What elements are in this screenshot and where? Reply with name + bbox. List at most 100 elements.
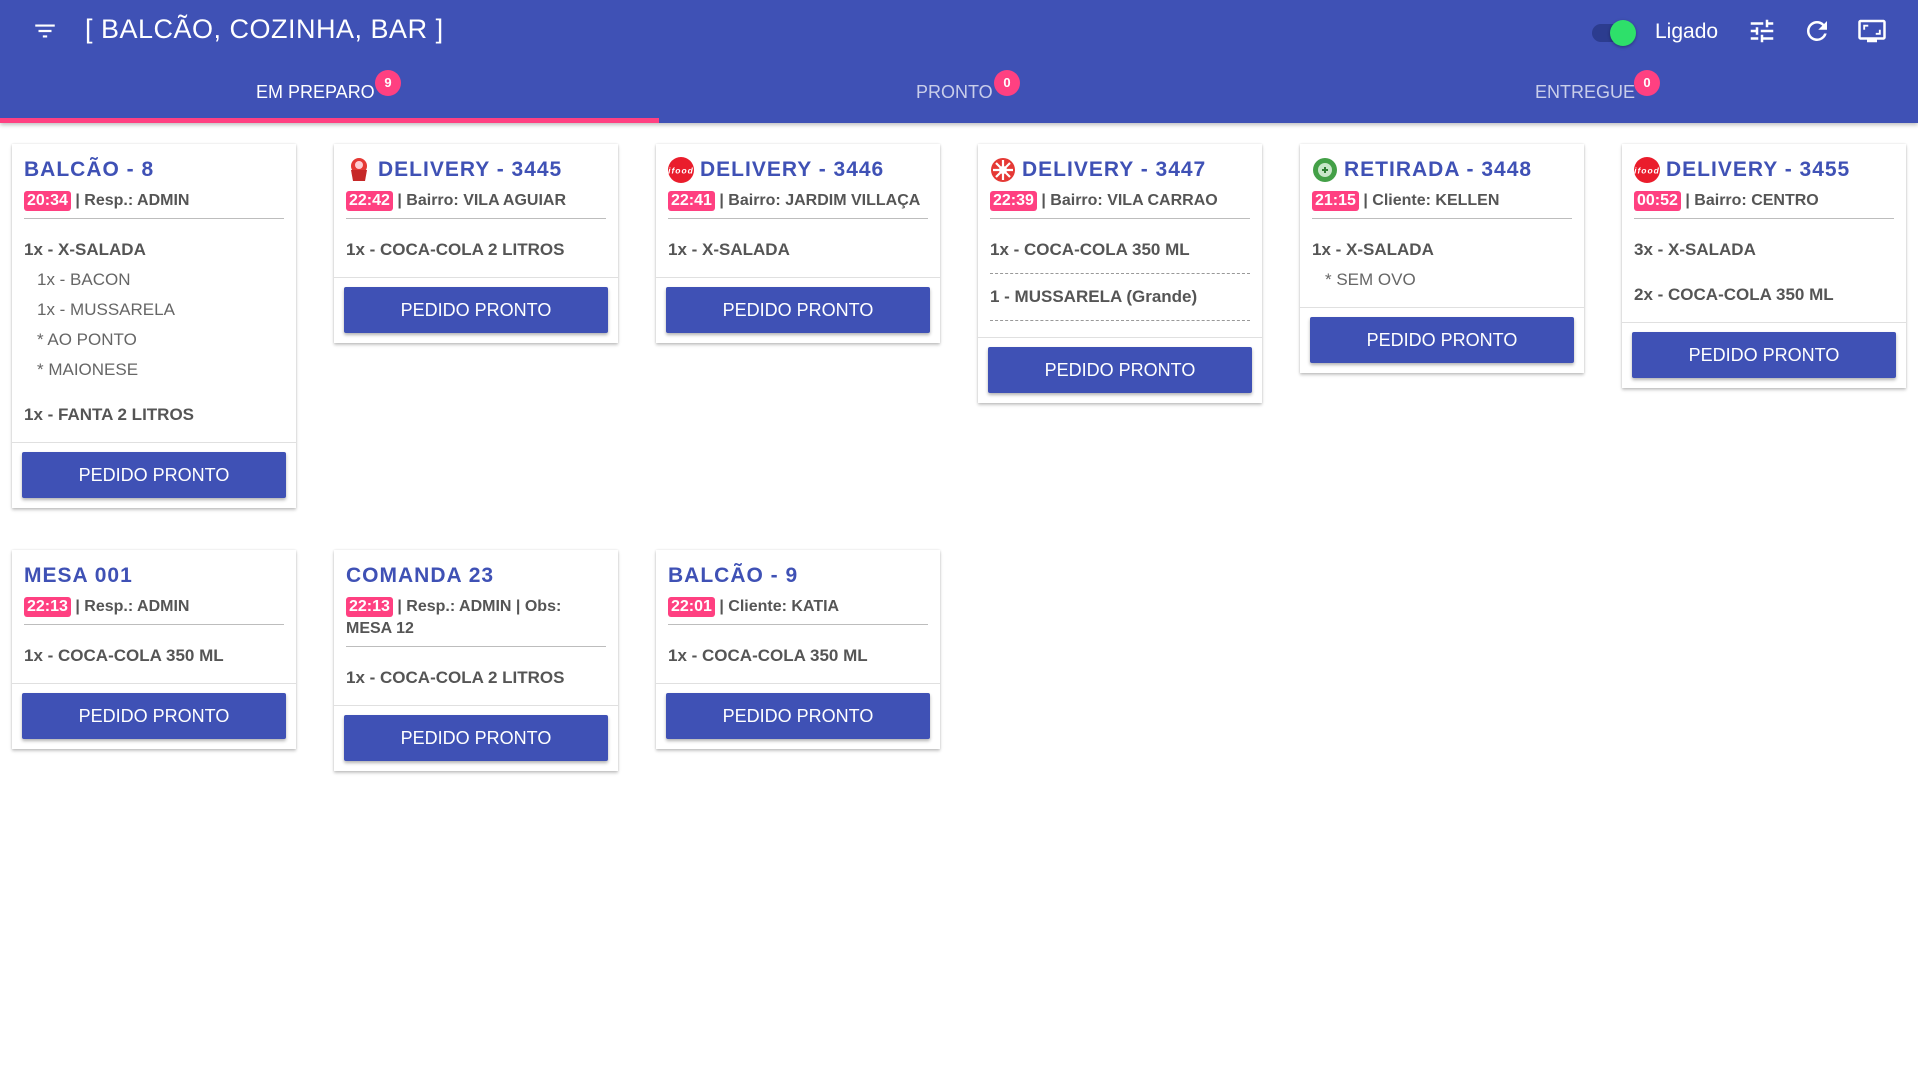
- order-card: COMANDA 23 22:13 | Resp.: ADMIN | Obs: ME…: [334, 550, 618, 771]
- order-card-footer: PEDIDO PRONTO: [12, 683, 296, 749]
- order-item-text: 1x - COCA-COLA 350 ML: [24, 646, 224, 665]
- pedido-pronto-button[interactable]: PEDIDO PRONTO: [1310, 317, 1574, 363]
- toggle-thumb: [1610, 20, 1636, 46]
- order-item-modifier: 1x - BACON: [37, 270, 131, 289]
- pedido-pronto-button[interactable]: PEDIDO PRONTO: [22, 452, 286, 498]
- order-card-header: DELIVERY - 3447 22:39 | Bairro: VILA CARR…: [978, 144, 1262, 219]
- fullscreen-icon[interactable]: [1857, 16, 1887, 46]
- order-info: 21:15 | Cliente: KELLEN: [1312, 190, 1572, 214]
- delivery-bag-icon: [346, 157, 372, 183]
- delivery-app-icon: [990, 157, 1016, 183]
- order-card: DELIVERY - 3445 22:42 | Bairro: VILA AGUI…: [334, 144, 618, 343]
- order-items-list: 1x - X-SALADA 1x - BACON 1x - MUSSARELA * A…: [12, 219, 296, 442]
- tab-entregue[interactable]: ENTREGUE 0: [1318, 62, 1918, 123]
- order-card-header: DELIVERY - 3445 22:42 | Bairro: VILA AGUI…: [334, 144, 618, 219]
- tab-pronto[interactable]: PRONTO 0: [659, 62, 1318, 123]
- order-time-badge: 22:42: [346, 191, 393, 211]
- order-card: BALCÃO - 8 20:34 | Resp.: ADMIN 1x - X-SAL…: [12, 144, 296, 508]
- order-info-text: | Resp.: ADMIN: [70, 192, 190, 209]
- order-item: 1x - X-SALADA 1x - BACON 1x - MUSSARELA * A…: [24, 239, 284, 381]
- order-item-text: 1x - COCA-COLA 350 ML: [990, 240, 1190, 259]
- pedido-pronto-button[interactable]: PEDIDO PRONTO: [344, 715, 608, 761]
- pedido-pronto-button[interactable]: PEDIDO PRONTO: [22, 693, 286, 739]
- order-title-text: DELIVERY - 3446: [700, 158, 885, 181]
- order-item: 1x - COCA-COLA 350 ML: [990, 239, 1250, 274]
- order-title: ifood DELIVERY - 3455: [1634, 156, 1894, 184]
- order-card: DELIVERY - 3447 22:39 | Bairro: VILA CARR…: [978, 144, 1262, 403]
- order-item-text: 3x - X-SALADA: [1634, 240, 1756, 259]
- order-card-footer: PEDIDO PRONTO: [334, 277, 618, 343]
- order-title: DELIVERY - 3445: [346, 156, 606, 184]
- order-title-text: DELIVERY - 3455: [1666, 158, 1851, 181]
- pedido-pronto-button[interactable]: PEDIDO PRONTO: [988, 347, 1252, 393]
- order-card-header: ifood DELIVERY - 3455 00:52 | Bairro: CENT…: [1622, 144, 1906, 219]
- tab-label: EM PREPARO: [256, 82, 375, 102]
- ifood-icon: ifood: [668, 157, 694, 183]
- tune-icon[interactable]: [1747, 16, 1777, 46]
- tab-label: ENTREGUE: [1535, 82, 1636, 102]
- pedido-pronto-button[interactable]: PEDIDO PRONTO: [1632, 332, 1896, 378]
- order-items-list: 3x - X-SALADA 2x - COCA-COLA 350 ML: [1622, 219, 1906, 322]
- order-title: BALCÃO - 9: [668, 562, 928, 590]
- order-info: 22:13 | Resp.: ADMIN: [24, 596, 284, 620]
- toggle-label: Ligado: [1655, 20, 1719, 43]
- order-time-badge: 00:52: [1634, 191, 1681, 211]
- order-time-badge: 20:34: [24, 191, 71, 211]
- pedido-pronto-button[interactable]: PEDIDO PRONTO: [666, 287, 930, 333]
- order-item-modifier: * AO PONTO: [37, 330, 137, 349]
- order-item-modifier: 1x - MUSSARELA: [37, 300, 175, 319]
- order-card-header: ifood DELIVERY - 3446 22:41 | Bairro: JARD…: [656, 144, 940, 219]
- order-title: MESA 001: [24, 562, 284, 590]
- order-card-header: BALCÃO - 9 22:01 | Cliente: KATIA: [656, 550, 940, 625]
- order-title-text: DELIVERY - 3447: [1022, 158, 1207, 181]
- order-info-text: | Resp.: ADMIN: [70, 598, 190, 615]
- order-info-text: | Bairro: VILA AGUIAR: [392, 192, 566, 209]
- order-info: 22:39 | Bairro: VILA CARRAO: [990, 190, 1250, 214]
- tab-count-badge: 0: [994, 70, 1020, 96]
- order-item: 2x - COCA-COLA 350 ML: [1634, 284, 1894, 306]
- pedido-pronto-button[interactable]: PEDIDO PRONTO: [344, 287, 608, 333]
- order-item-text: 1x - COCA-COLA 2 LITROS: [346, 668, 565, 687]
- order-item-text: 2x - COCA-COLA 350 ML: [1634, 285, 1834, 304]
- filter-menu-icon[interactable]: [30, 18, 60, 44]
- order-card: MESA 001 22:13 | Resp.: ADMIN 1x - COCA-CO…: [12, 550, 296, 749]
- order-card: ifood DELIVERY - 3446 22:41 | Bairro: JARD…: [656, 144, 940, 343]
- order-title-text: BALCÃO - 8: [24, 158, 155, 181]
- order-items-list: 1x - COCA-COLA 350 ML: [656, 625, 940, 683]
- order-card-header: COMANDA 23 22:13 | Resp.: ADMIN | Obs: ME…: [334, 550, 618, 647]
- order-item: 1x - FANTA 2 LITROS: [24, 404, 284, 426]
- order-info-text: | Cliente: KATIA: [714, 598, 840, 615]
- order-title: BALCÃO - 8: [24, 156, 284, 184]
- active-tab-indicator: [0, 118, 659, 123]
- order-card-header: MESA 001 22:13 | Resp.: ADMIN: [12, 550, 296, 625]
- order-info-text: | Bairro: JARDIM VILLAÇA: [714, 192, 921, 209]
- order-title: DELIVERY - 3447: [990, 156, 1250, 184]
- tab-em-preparo[interactable]: EM PREPARO 9: [0, 62, 659, 123]
- order-item-text: 1x - COCA-COLA 350 ML: [668, 646, 868, 665]
- pedido-pronto-button[interactable]: PEDIDO PRONTO: [666, 693, 930, 739]
- order-item: 1x - X-SALADA: [668, 239, 928, 261]
- order-info: 22:42 | Bairro: VILA AGUIAR: [346, 190, 606, 214]
- tab-count-badge: 0: [1634, 70, 1660, 96]
- order-card-footer: PEDIDO PRONTO: [656, 277, 940, 343]
- order-items-list: 1x - X-SALADA: [656, 219, 940, 277]
- order-info: 22:13 | Resp.: ADMIN | Obs: MESA 12: [346, 596, 606, 642]
- power-toggle[interactable]: [1590, 19, 1638, 46]
- pickup-icon: [1312, 157, 1338, 183]
- svg-text:ifood: ifood: [1634, 166, 1660, 176]
- tab-label: PRONTO: [916, 82, 993, 102]
- order-items-list: 1x - X-SALADA * SEM OVO: [1300, 219, 1584, 307]
- order-title: ifood DELIVERY - 3446: [668, 156, 928, 184]
- order-time-badge: 22:13: [24, 597, 71, 617]
- order-items-list: 1x - COCA-COLA 2 LITROS: [334, 647, 618, 705]
- order-card-footer: PEDIDO PRONTO: [1300, 307, 1584, 373]
- order-title-text: RETIRADA - 3448: [1344, 158, 1533, 181]
- toolbar: [ BALCÃO, COZINHA, BAR ] Ligado: [0, 0, 1918, 62]
- app-header: [ BALCÃO, COZINHA, BAR ] Ligado EM PREPA…: [0, 0, 1918, 123]
- refresh-icon[interactable]: [1802, 16, 1832, 46]
- order-info-text: | Bairro: VILA CARRAO: [1036, 192, 1218, 209]
- order-item: 1 - MUSSARELA (Grande): [990, 286, 1250, 321]
- order-item-text: 1x - X-SALADA: [668, 240, 790, 259]
- order-item-modifier: * SEM OVO: [1325, 270, 1416, 289]
- order-item-text: 1x - FANTA 2 LITROS: [24, 405, 195, 424]
